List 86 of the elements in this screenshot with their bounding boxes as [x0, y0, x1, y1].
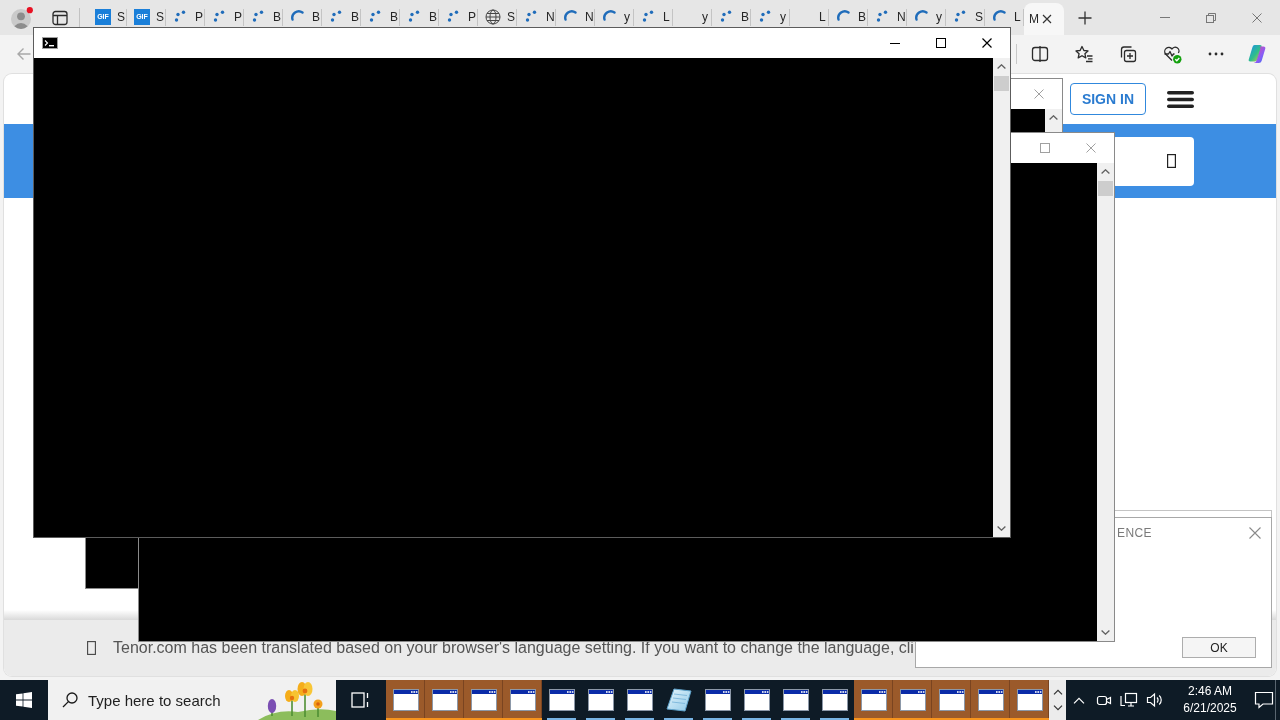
browser-tab[interactable]: B: [322, 0, 361, 27]
close-icon: [1252, 12, 1262, 23]
browser-tab[interactable]: B: [400, 0, 439, 27]
browser-tab[interactable]: N: [556, 0, 595, 27]
browser-tab[interactable]: L: [634, 0, 673, 27]
sign-in-button[interactable]: SIGN IN: [1069, 83, 1146, 115]
taskbar-button[interactable]: [893, 680, 932, 720]
dialog-title: ENCE: [1117, 526, 1152, 540]
browser-tab[interactable]: y: [595, 0, 634, 27]
window-icon: [587, 689, 614, 711]
window-icon: [938, 689, 965, 711]
browser-tab[interactable]: S: [946, 0, 985, 27]
missing-glyph-icon: [1167, 154, 1176, 168]
tab-panel-icon[interactable]: [52, 9, 68, 26]
search-field[interactable]: [1112, 136, 1194, 186]
minimize-icon: [1160, 17, 1170, 18]
window-icon: [977, 689, 1004, 711]
minimize-icon: [890, 42, 900, 44]
browser-tab[interactable]: B: [712, 0, 751, 27]
window-icon: [1016, 689, 1043, 711]
browser-tab[interactable]: B: [829, 0, 868, 27]
speech-bubble-icon[interactable]: [1254, 691, 1274, 709]
maximize-icon: [1040, 143, 1050, 153]
close-icon[interactable]: [1042, 14, 1052, 24]
taskbar-button[interactable]: [503, 680, 542, 720]
browser-tab[interactable]: P: [166, 0, 205, 27]
browser-tab[interactable]: B: [283, 0, 322, 27]
browser-tab[interactable]: L: [985, 0, 1024, 27]
chevron-up-icon[interactable]: [1052, 689, 1063, 696]
browser-tab[interactable]: P: [439, 0, 478, 27]
notepad-icon: [665, 688, 692, 712]
collections-icon[interactable]: [1118, 43, 1138, 64]
favorites-icon[interactable]: [1074, 43, 1094, 64]
window-icon: [470, 689, 497, 711]
chevron-down-icon[interactable]: [1052, 704, 1063, 711]
four-pane-logo-icon: [16, 692, 32, 708]
search-icon: [62, 692, 78, 708]
window-icon: [821, 689, 848, 711]
browser-tab[interactable]: y: [751, 0, 790, 27]
app-logo-icon[interactable]: [1247, 43, 1267, 64]
browser-tab[interactable]: y: [673, 0, 712, 27]
clock-date[interactable]: 6/21/2025: [1183, 700, 1237, 717]
window-icon: [626, 689, 653, 711]
split-screen-icon[interactable]: [1030, 43, 1050, 64]
window-icon: [704, 689, 731, 711]
window-icon: [509, 689, 536, 711]
chevron-down-icon[interactable]: [1101, 630, 1110, 635]
taskbar-button[interactable]: [971, 680, 1010, 720]
globe-icon: [485, 8, 501, 25]
taskbar-button[interactable]: [425, 680, 464, 720]
console-icon: [42, 37, 58, 49]
browser-tab[interactable]: L: [790, 0, 829, 27]
maximize-icon: [936, 38, 946, 48]
menu-icon[interactable]: [1167, 90, 1194, 108]
missing-glyph-icon: [87, 641, 96, 655]
window-icon: [548, 689, 575, 711]
search-field[interactable]: Type here to search: [88, 691, 238, 709]
taskbar-button[interactable]: [932, 680, 971, 720]
window-icon: [743, 689, 770, 711]
taskbar-button[interactable]: [1010, 680, 1049, 720]
task-view-icon: [351, 691, 371, 709]
new-tab-icon[interactable]: [1078, 10, 1092, 25]
network-icon[interactable]: [1120, 692, 1138, 708]
browser-tab[interactable]: y: [907, 0, 946, 27]
clock-time[interactable]: 2:46 AM: [1188, 683, 1232, 700]
browser-tab[interactable]: B: [361, 0, 400, 27]
volume-icon[interactable]: [1146, 692, 1164, 708]
browser-tab[interactable]: B: [244, 0, 283, 27]
browser-tab[interactable]: P: [205, 0, 244, 27]
browser-tab[interactable]: N: [868, 0, 907, 27]
window-icon: [431, 689, 458, 711]
taskbar-button[interactable]: [854, 680, 893, 720]
browser-tab[interactable]: S: [478, 0, 517, 27]
ok-button[interactable]: OK: [1182, 637, 1256, 658]
window-icon: [392, 689, 419, 711]
window-icon: [860, 689, 887, 711]
restore-icon: [1206, 12, 1216, 23]
scroll-thumb[interactable]: [1098, 181, 1113, 196]
profile-icon[interactable]: [9, 6, 33, 29]
chevron-down-icon[interactable]: [997, 526, 1006, 531]
taskbar-button[interactable]: [464, 680, 503, 720]
browser-tab[interactable]: N: [517, 0, 556, 27]
taskbar-button[interactable]: [386, 680, 425, 720]
window-icon: [899, 689, 926, 711]
scroll-thumb[interactable]: [994, 76, 1009, 91]
window-icon: [782, 689, 809, 711]
